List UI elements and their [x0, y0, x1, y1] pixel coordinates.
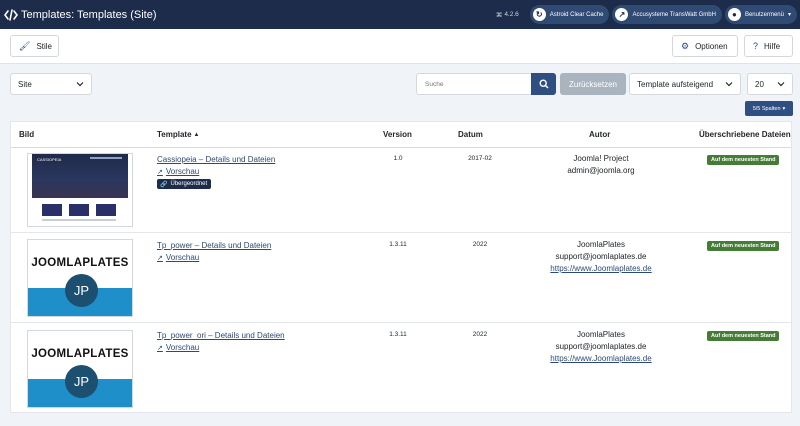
clear-cache-button[interactable]: ↻ Astroid Clear Cache [529, 5, 610, 24]
thumb-nav [90, 157, 122, 159]
search-icon [538, 79, 549, 89]
limit-select[interactable]: 20 [747, 73, 793, 95]
author-cell: JoomlaPlates support@joomlaplates.de htt… [501, 239, 701, 275]
search-input[interactable]: Suche [416, 73, 531, 95]
author-email: support@joomlaplates.de [555, 342, 647, 351]
thumb-logo: JP [65, 274, 98, 307]
help-icon: ? [753, 41, 759, 51]
refresh-icon: ↻ [532, 8, 546, 21]
author-name: JoomlaPlates [576, 240, 626, 249]
styles-button[interactable]: 🖌 Stile [10, 35, 59, 57]
version-cell: 1.3.11 [389, 241, 407, 248]
author-url-link[interactable]: https://www.Joomlaplates.de [501, 263, 701, 275]
status-badge: Auf dem neuesten Stand [707, 241, 780, 251]
parent-badge: 🔗 Übergeordnet [157, 179, 212, 189]
chevron-down-icon: ▾ [787, 12, 791, 18]
column-header-template[interactable]: Template ▲ [157, 130, 199, 139]
brush-icon: 🖌 [19, 40, 31, 51]
code-icon [3, 7, 19, 23]
thumb-card [42, 204, 62, 216]
site-link-button[interactable]: ↗ Accusysteme TransWatt GmbH [612, 5, 722, 24]
version-label: ⌘ 4.2.6 [495, 11, 519, 19]
template-details-link[interactable]: Tp_power_ori – Details und Dateien [157, 331, 285, 340]
client-select[interactable]: Site [10, 73, 92, 95]
thumb-site-title: CASSIOPEIA [37, 157, 62, 162]
version-cell: 1.0 [393, 155, 403, 162]
preview-link[interactable]: ↗ Vorschau [157, 343, 199, 352]
chevron-down-icon [777, 82, 785, 87]
table-row: CASSIOPEIA Cassiopeia – Details und Date… [11, 148, 791, 233]
thumb-text [42, 219, 116, 221]
page-title: Templates: Templates (Site) [21, 8, 157, 21]
joomla-icon: ⌘ [495, 11, 503, 19]
thumb-card [96, 204, 116, 216]
chevron-down-icon [76, 82, 84, 87]
preview-link[interactable]: ↗ Vorschau [157, 253, 199, 262]
thumb-hero: CASSIOPEIA [32, 154, 128, 198]
template-thumbnail[interactable]: JOOMLAPLATES JP [27, 239, 133, 317]
author-url-link[interactable]: https://www.Joomlaplates.de [501, 353, 701, 365]
external-link-icon: ↗ [157, 168, 163, 176]
author-name: JoomlaPlates [576, 330, 626, 339]
preview-link[interactable]: ↗ Vorschau [157, 167, 199, 176]
status-badge: Auf dem neuesten Stand [707, 155, 780, 165]
chevron-down-icon [725, 82, 733, 87]
author-cell: Joomla! Project admin@joomla.org [501, 153, 701, 177]
template-details-link[interactable]: Tp_power – Details und Dateien [157, 241, 271, 250]
columns-button[interactable]: 5/5 Spalten ▾ [745, 101, 793, 116]
version-cell: 1.3.11 [389, 331, 407, 338]
caret-down-icon: ▾ [782, 105, 786, 112]
user-icon: ● [727, 8, 741, 21]
thumb-card [69, 204, 89, 216]
template-thumbnail[interactable]: JOOMLAPLATES JP [27, 330, 133, 408]
column-header-image: Bild [19, 130, 35, 139]
author-name: Joomla! Project [573, 154, 629, 163]
column-header-author: Autor [589, 130, 611, 139]
column-header-version: Version [383, 130, 412, 139]
author-cell: JoomlaPlates support@joomlaplates.de htt… [501, 329, 701, 365]
author-email: support@joomlaplates.de [555, 252, 647, 261]
table-row: JOOMLAPLATES JP Tp_power_ori – Details u… [11, 323, 791, 413]
external-link-icon: ↗ [157, 344, 163, 352]
column-header-date: Datum [458, 130, 483, 139]
status-badge: Auf dem neuesten Stand [707, 331, 780, 341]
template-details-link[interactable]: Cassiopeia – Details und Dateien [157, 155, 275, 164]
external-link-icon: ↗ [157, 254, 163, 262]
column-header-overrides: Überschriebene Dateien [699, 130, 791, 139]
author-email: admin@joomla.org [567, 166, 635, 175]
template-thumbnail[interactable]: CASSIOPEIA [27, 153, 133, 227]
reset-button[interactable]: Zurücksetzen [560, 73, 626, 95]
thumb-logo: JP [65, 365, 98, 398]
search-button[interactable] [531, 73, 556, 95]
user-menu-button[interactable]: ● Benutzermenü ▾ [724, 5, 797, 24]
gear-icon: ⚙ [681, 40, 690, 51]
toolbar: 🖌 Stile ⚙ Optionen ? Hilfe [0, 29, 800, 64]
external-link-icon: ↗ [615, 8, 629, 21]
link-icon: 🔗 [160, 181, 168, 188]
sort-select[interactable]: Template aufsteigend [629, 73, 741, 95]
help-button[interactable]: ? Hilfe [744, 35, 793, 57]
templates-table: Bild Template ▲ Version Datum Autor Über… [10, 121, 792, 413]
table-row: JOOMLAPLATES JP Tp_power – Details und D… [11, 233, 791, 323]
sort-asc-icon: ▲ [193, 131, 200, 138]
options-button[interactable]: ⚙ Optionen [672, 35, 738, 57]
top-header: Templates: Templates (Site) ⌘ 4.2.6 ↻ As… [0, 0, 800, 29]
